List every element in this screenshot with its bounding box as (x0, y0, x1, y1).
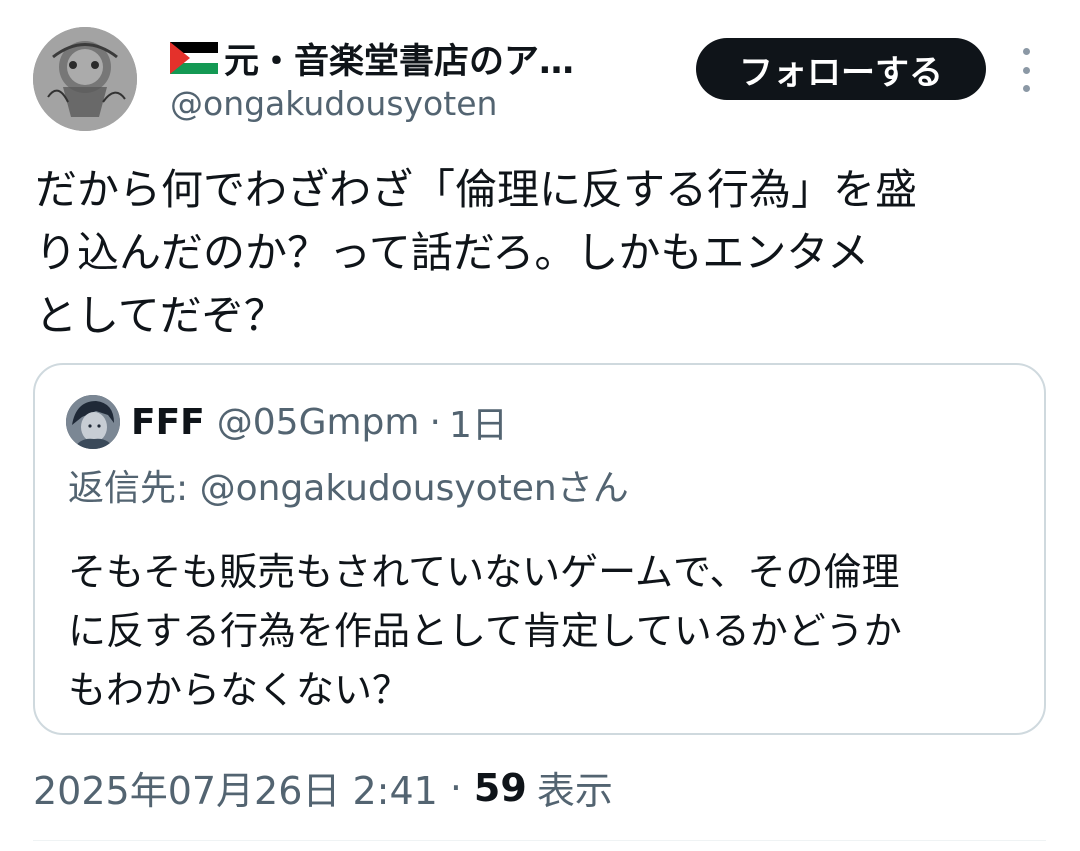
quoted-author-handle: @05Gmpm (216, 401, 420, 443)
author-avatar[interactable] (33, 27, 137, 131)
quoted-author-avatar (66, 395, 120, 449)
quoted-timestamp: 1日 (448, 405, 508, 446)
author-name-row[interactable]: 元・音楽堂書店のア… (170, 36, 574, 82)
more-vertical-icon[interactable] (1013, 48, 1039, 92)
views-count: 59 (473, 765, 527, 810)
quoted-author-name: FFF (131, 401, 205, 443)
tweet-text: だから何でわざわざ「倫理に反する行為」を盛 り込んだのか？って話だろ。しかもエン… (35, 158, 1045, 347)
quoted-text-line: そもそも販売もされていないゲームで、その倫理 (68, 550, 900, 594)
reply-prefix: 返信先: (68, 468, 200, 509)
tweet: 元・音楽堂書店のア… @ongakudousyoten フォローする だから何で… (0, 0, 1080, 851)
tweet-meta: 2025年07月26日 2:41 · 59 表示 (33, 760, 613, 815)
tweet-text-line: り込んだのか？って話だろ。しかもエンタメ (35, 228, 870, 277)
divider (33, 840, 1046, 841)
follow-button[interactable]: フォローする (696, 38, 986, 100)
separator-dot: · (429, 401, 441, 443)
quoted-tweet-card[interactable]: FFF @05Gmpm · 1日 返信先: @ongakudousyotenさん… (33, 363, 1046, 735)
quoted-header: FFF @05Gmpm · 1日 (131, 397, 508, 447)
tweet-timestamp[interactable]: 2025年07月26日 2:41 (33, 760, 438, 815)
tweet-text-line: としてだぞ？ (35, 291, 286, 340)
reply-mention: @ongakudousyotenさん (199, 468, 629, 509)
separator-dot: · (449, 765, 462, 810)
quoted-tweet-text: そもそも販売もされていないゲームで、その倫理 に反する行為を作品として肯定してい… (68, 543, 902, 720)
quoted-text-line: もわからなくない？ (68, 668, 411, 712)
palestine-flag-icon (170, 42, 218, 74)
author-display-name[interactable]: 元・音楽堂書店のア… (224, 33, 574, 84)
views-label: 表示 (536, 769, 613, 813)
tweet-text-line: だから何でわざわざ「倫理に反する行為」を盛 (35, 165, 918, 214)
quoted-text-line: に反する行為を作品として肯定しているかどうか (68, 609, 902, 653)
quoted-reply-to: 返信先: @ongakudousyotenさん (68, 459, 629, 511)
author-handle[interactable]: @ongakudousyoten (170, 84, 497, 123)
